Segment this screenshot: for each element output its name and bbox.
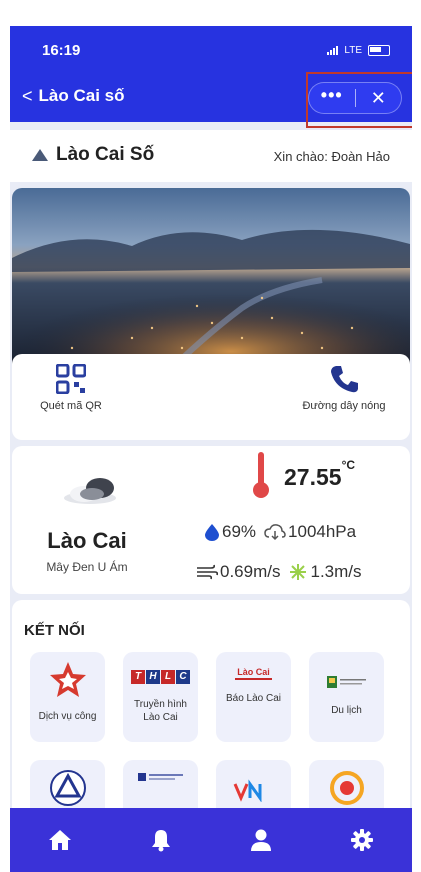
humidity-value: 69%: [222, 522, 257, 541]
tab-settings[interactable]: [342, 820, 382, 860]
gust-value: 1.3m/s: [310, 562, 362, 581]
signal-icon: [327, 46, 339, 55]
battery-icon: [368, 45, 390, 56]
tile-label: Truyền hình Lào Cai: [134, 699, 187, 723]
brand-name: Lào Cai Số: [56, 144, 155, 165]
tile-thlc[interactable]: THLC Truyền hình Lào Cai: [123, 652, 198, 742]
city-banner-image[interactable]: [12, 188, 410, 378]
bao-lao-cai-logo-icon: Lào Cai: [235, 666, 272, 680]
tile-label: Dịch vụ công: [38, 711, 97, 722]
department-logo-icon: [137, 773, 183, 781]
laocai-emblem-icon: [49, 770, 86, 806]
gear-icon: [350, 829, 373, 851]
tile-bao-lao-cai[interactable]: Lào Cai Báo Lào Cai: [216, 652, 291, 742]
nav-title: Lào Cai số: [38, 86, 125, 105]
tab-profile[interactable]: [241, 820, 281, 860]
gust-icon: [290, 564, 307, 580]
weather-description: Mây Đen U Ám: [46, 560, 128, 574]
wind-value: 0.69m/s: [220, 562, 281, 581]
home-icon: [49, 830, 72, 850]
humidity-icon: [205, 524, 219, 541]
thlc-letter: C: [176, 670, 190, 684]
tile-label: Báo Lào Cai: [225, 693, 282, 704]
pressure-value: 1004hPa: [288, 522, 357, 541]
thlc-letter: H: [146, 670, 160, 684]
tile-du-lich[interactable]: Du lịch: [309, 652, 384, 742]
wind-icon: [197, 564, 218, 580]
user-icon: [251, 829, 272, 851]
pressure-icon: [264, 524, 286, 541]
night-city-image: [12, 188, 410, 378]
tab-notifications[interactable]: [141, 820, 181, 860]
thermometer-icon: [253, 452, 269, 498]
screen: 16:19 LTE < Lào Cai số ••• ✕ Lào Cai Số …: [0, 0, 421, 872]
tab-home[interactable]: [40, 820, 80, 860]
connect-title: KẾT NỐI: [24, 622, 85, 639]
thlc-letter: L: [161, 670, 175, 684]
highlight-box: [306, 72, 412, 128]
temperature-value: 27.55: [284, 464, 342, 490]
qr-scan-label: Quét mã QR: [40, 400, 102, 412]
hotline-button[interactable]: Đường dây nóng: [284, 364, 404, 412]
sun-emblem-icon: [329, 771, 364, 805]
brand: Lào Cai Số: [32, 144, 154, 166]
public-service-icon: [49, 662, 86, 697]
phone-frame: 16:19 LTE < Lào Cai số ••• ✕ Lào Cai Số …: [10, 26, 412, 872]
vneid-logo-icon: [233, 779, 261, 802]
qr-code-icon: [56, 364, 86, 394]
weather-row-humidity-pressure: 69% 1004hPa: [204, 522, 362, 542]
quick-actions: Quét mã QR Đường dây nóng: [12, 354, 410, 440]
weather-city: Lào Cai: [47, 528, 127, 553]
tile-public-service[interactable]: Dịch vụ công: [30, 652, 105, 742]
cloud-icon: [64, 478, 116, 504]
network-label: LTE: [344, 45, 362, 56]
phone-icon: [331, 366, 358, 393]
weather-card[interactable]: Lào Cai Mây Đen U Ám 27.55°C 69% 1004hPa…: [12, 446, 410, 594]
hotline-label: Đường dây nóng: [302, 400, 386, 412]
status-indicators: LTE: [327, 45, 390, 56]
bell-icon: [151, 830, 170, 852]
temperature: 27.55°C: [284, 458, 355, 491]
weather-row-wind: 0.69m/s 1.3m/s: [196, 562, 368, 582]
thlc-letter: T: [131, 670, 145, 684]
qr-scan-button[interactable]: Quét mã QR: [32, 364, 110, 412]
status-time: 16:19: [42, 42, 81, 59]
tourism-logo-icon: [326, 676, 366, 688]
thlc-logo-icon: THLC: [131, 670, 190, 684]
greeting: Xin chào: Đoàn Hảo: [273, 149, 390, 164]
brand-logo-icon: [32, 149, 48, 161]
chevron-left-icon: <: [22, 86, 33, 106]
nav-back-button[interactable]: < Lào Cai số: [22, 86, 124, 106]
app-header: Lào Cai Số Xin chào: Đoàn Hảo: [10, 130, 412, 182]
temperature-unit: °C: [341, 458, 356, 472]
tile-label: Du lịch: [331, 705, 362, 716]
bottom-tab-bar: [10, 808, 412, 872]
